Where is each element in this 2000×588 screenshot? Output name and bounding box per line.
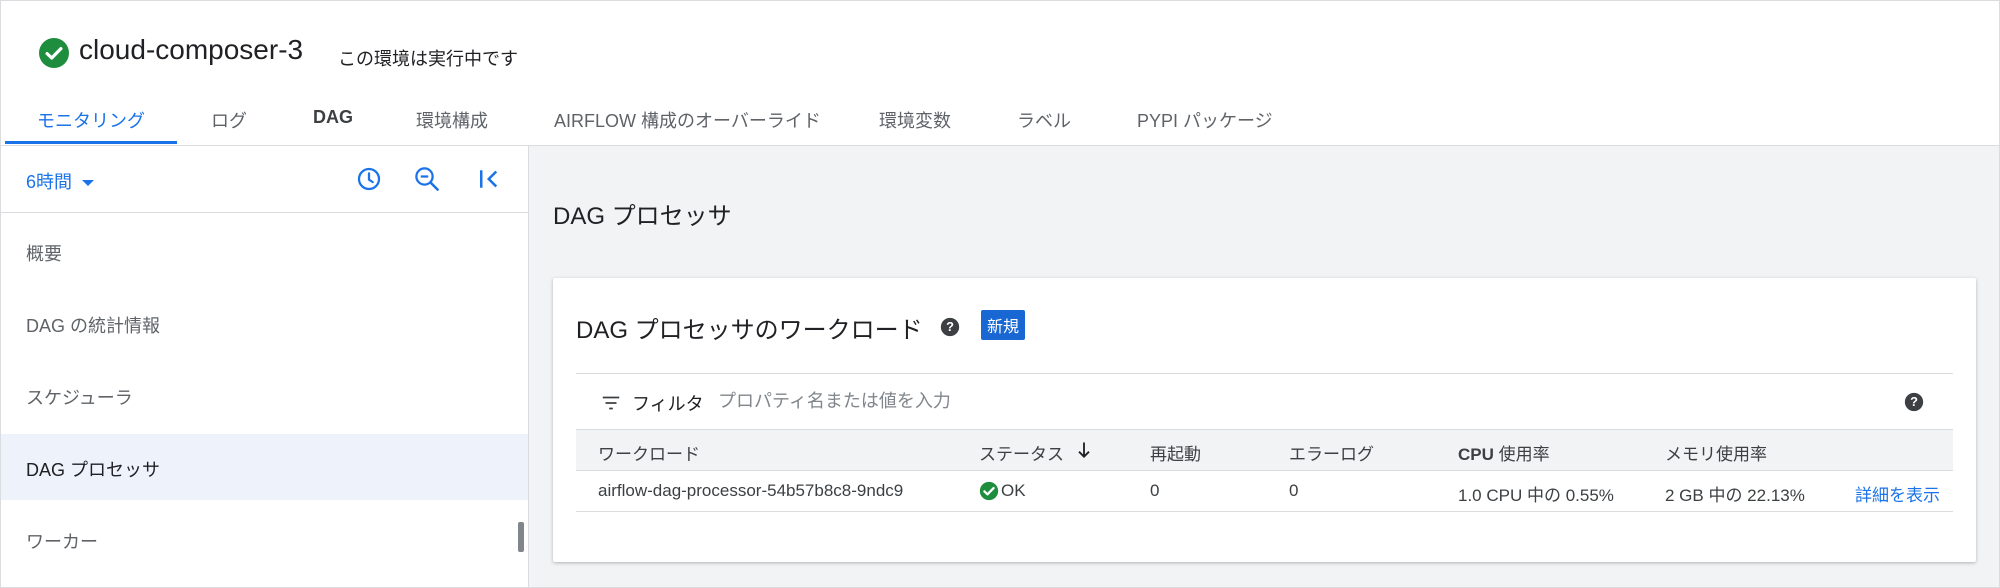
column-header-memory[interactable]: メモリ使用率 xyxy=(1665,440,1767,465)
active-tab-indicator xyxy=(5,141,177,144)
sidebar-item-dag-processor[interactable]: DAG プロセッサ xyxy=(1,434,528,500)
filter-input[interactable] xyxy=(716,384,1320,418)
error-logs-value: 0 xyxy=(1289,481,1299,500)
sidebar-scrollbar[interactable] xyxy=(518,522,524,552)
status-value: OK xyxy=(1001,481,1026,500)
cpu-header-suffix: 使用率 xyxy=(1498,445,1550,464)
page: cloud-composer-3 この環境は実行中です モニタリング ログ DA… xyxy=(0,0,2000,588)
tab-pypi-packages[interactable]: PYPI パッケージ xyxy=(1137,107,1273,133)
column-header-error-logs[interactable]: エラーログ xyxy=(1289,440,1374,465)
svg-text:?: ? xyxy=(946,319,954,334)
sidebar-item-scheduler[interactable]: スケジューラ xyxy=(1,362,528,428)
sidebar-item-overview[interactable]: 概要 xyxy=(1,218,528,284)
environment-status-text: この環境は実行中です xyxy=(338,49,518,69)
table-header: ワークロード ステータス 再起動 エラーログ CPU 使用率 メモリ使用率 xyxy=(576,429,1953,471)
environment-name: cloud-composer-3 xyxy=(79,34,304,65)
time-range-select[interactable]: 6時間 xyxy=(26,168,95,194)
table-row: airflow-dag-processor-54b57b8c8-9ndc9 OK… xyxy=(576,471,1953,512)
column-header-restarts[interactable]: 再起動 xyxy=(1150,440,1201,465)
svg-text:?: ? xyxy=(1910,394,1918,409)
cpu-usage-value: 1.0 CPU 中の 0.55% xyxy=(1458,486,1614,505)
restarts-value: 0 xyxy=(1150,481,1160,500)
sidebar-item-worker[interactable]: ワーカー xyxy=(1,506,528,572)
tab-bar: モニタリング ログ DAG 環境構成 AIRFLOW 構成のオーバーライド 環境… xyxy=(1,95,1999,146)
tab-dags[interactable]: DAG xyxy=(313,107,353,128)
caret-down-icon xyxy=(82,180,95,187)
tab-airflow-overrides[interactable]: AIRFLOW 構成のオーバーライド xyxy=(554,107,821,133)
tab-env-variables[interactable]: 環境変数 xyxy=(879,107,951,133)
page-title: DAG プロセッサ xyxy=(553,203,732,230)
sidebar-item-label: DAG プロセッサ xyxy=(26,460,161,480)
filter-bar: フィルタ ? xyxy=(576,373,1953,430)
table-help-icon[interactable]: ? xyxy=(1903,391,1925,413)
clock-icon[interactable] xyxy=(354,164,384,194)
workload-name: airflow-dag-processor-54b57b8c8-9ndc9 xyxy=(598,481,904,500)
filter-label[interactable]: フィルタ xyxy=(632,390,704,416)
tab-environment-config[interactable]: 環境構成 xyxy=(416,107,488,133)
sidebar: 6時間 概要 DAG の統計情報 スケジューラ DAG プロセッサ ワーカー xyxy=(1,146,529,587)
tab-logs[interactable]: ログ xyxy=(211,107,247,133)
cpu-header-bold: CPU xyxy=(1458,445,1494,464)
time-range-label: 6時間 xyxy=(26,172,73,192)
workload-table: ワークロード ステータス 再起動 エラーログ CPU 使用率 メモリ使用率 ai… xyxy=(576,429,1953,512)
check-circle-icon xyxy=(39,38,69,68)
column-header-cpu[interactable]: CPU 使用率 xyxy=(1458,440,1550,465)
card-title: DAG プロセッサのワークロード xyxy=(576,317,923,344)
sidebar-item-dag-stats[interactable]: DAG の統計情報 xyxy=(1,290,528,356)
memory-usage-value: 2 GB 中の 22.13% xyxy=(1665,486,1805,505)
filter-icon[interactable] xyxy=(600,392,622,414)
status-ok-icon xyxy=(979,481,999,501)
zoom-out-icon[interactable] xyxy=(412,164,442,194)
workload-card: DAG プロセッサのワークロード ? 新規 フィルタ ? ワークロード xyxy=(553,278,1976,562)
sidebar-item-label: スケジューラ xyxy=(26,388,133,408)
view-details-link[interactable]: 詳細を表示 xyxy=(1855,481,1940,506)
column-header-workload[interactable]: ワークロード xyxy=(598,440,700,465)
column-header-status[interactable]: ステータス xyxy=(979,440,1064,465)
sort-descending-icon[interactable] xyxy=(1074,439,1094,461)
sidebar-item-label: ワーカー xyxy=(26,532,98,552)
tab-labels[interactable]: ラベル xyxy=(1017,107,1071,133)
new-badge: 新規 xyxy=(981,310,1026,340)
help-icon[interactable]: ? xyxy=(939,316,961,338)
environment-header: cloud-composer-3 この環境は実行中です xyxy=(1,1,1999,89)
sidebar-item-label: 概要 xyxy=(26,244,62,264)
collapse-panel-icon[interactable] xyxy=(475,164,505,194)
sidebar-item-label: DAG の統計情報 xyxy=(26,316,161,336)
main-content: DAG プロセッサ DAG プロセッサのワークロード ? 新規 フィルタ ? xyxy=(529,146,1999,587)
tab-monitoring[interactable]: モニタリング xyxy=(37,107,145,133)
sidebar-toolbar: 6時間 xyxy=(1,146,528,213)
